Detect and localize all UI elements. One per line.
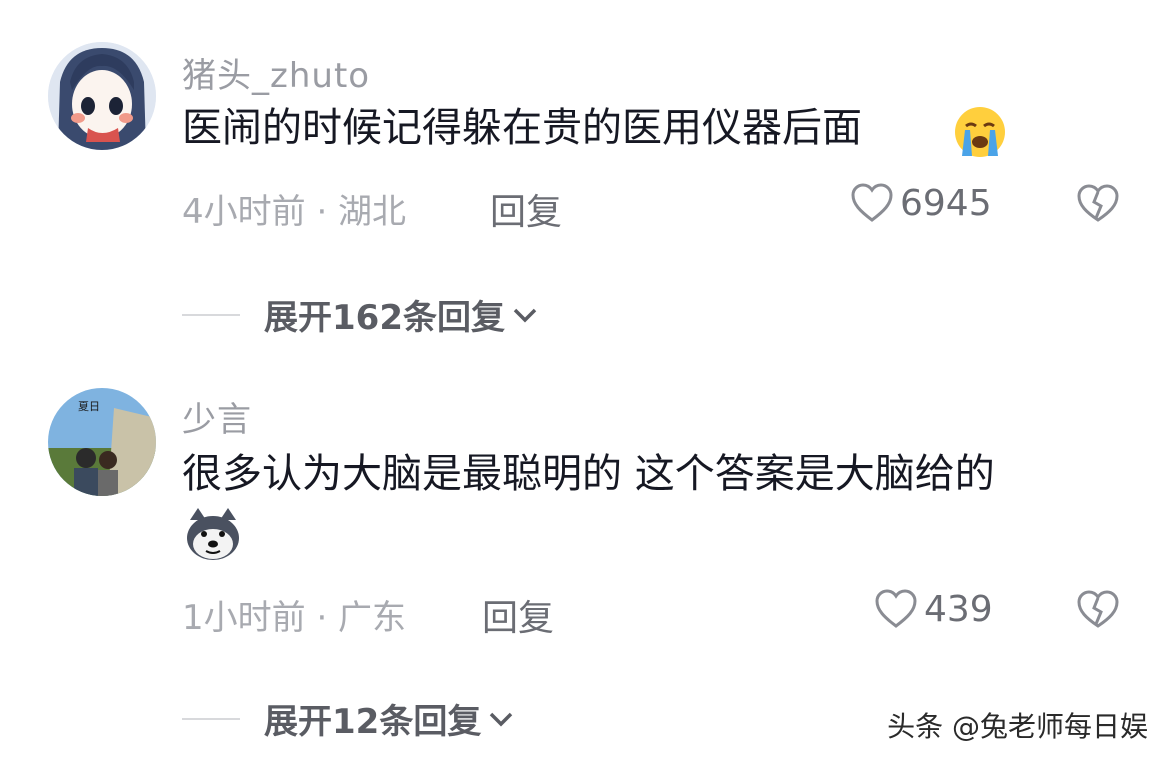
- avatar-photo-image: 夏日: [48, 388, 156, 496]
- doge-emoji: [187, 508, 239, 560]
- divider-line: [182, 717, 240, 720]
- reply-button[interactable]: 回复: [490, 183, 562, 235]
- watermark: 头条 @兔老师每日娱: [887, 710, 1148, 743]
- comment-text: 医闹的时候记得躲在贵的医用仪器后面: [182, 105, 862, 151]
- reply-button[interactable]: 回复: [482, 589, 554, 641]
- expand-replies-button[interactable]: 展开162条回复: [182, 290, 539, 339]
- heart-icon: [875, 589, 917, 628]
- timestamp-location: 4小时前 · 湖北: [182, 192, 407, 232]
- avatar-anime-girl-image: [48, 42, 156, 150]
- chevron-down-icon: [513, 308, 537, 322]
- avatar[interactable]: 夏日: [48, 388, 156, 496]
- like-count: 6945: [900, 182, 992, 224]
- timestamp-location: 1小时前 · 广东: [182, 598, 407, 638]
- expand-replies-label: 展开162条回复: [264, 298, 505, 338]
- like-button[interactable]: 439: [874, 588, 993, 630]
- divider-line: [182, 313, 240, 316]
- like-count: 439: [924, 588, 993, 630]
- username[interactable]: 猪头_zhuto: [182, 48, 370, 97]
- broken-heart-icon[interactable]: [1076, 184, 1120, 224]
- expand-replies-label: 展开12条回复: [264, 702, 482, 742]
- broken-heart-icon[interactable]: [1076, 590, 1120, 630]
- expand-replies-button[interactable]: 展开12条回复: [182, 694, 515, 743]
- chevron-down-icon: [490, 712, 513, 726]
- heart-icon: [851, 183, 893, 222]
- comment-text: 很多认为大脑是最聪明的 这个答案是大脑给的: [182, 451, 995, 497]
- like-button[interactable]: 6945: [850, 182, 992, 224]
- username[interactable]: 少言: [182, 392, 252, 441]
- avatar[interactable]: [48, 42, 156, 150]
- crying-face-emoji: [955, 107, 1005, 157]
- avatar-caption: 夏日: [78, 400, 100, 413]
